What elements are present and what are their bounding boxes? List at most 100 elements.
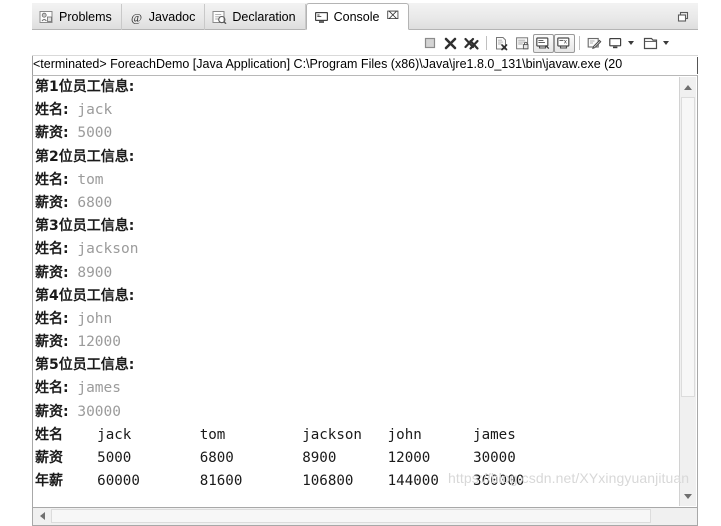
employee-header-label: 第1位员工信息: bbox=[35, 79, 135, 95]
vertical-scrollbar[interactable] bbox=[679, 77, 696, 506]
show-console-when-stderr-button[interactable]: x bbox=[554, 33, 575, 53]
tab-console[interactable]: Console ⌧ bbox=[305, 3, 410, 30]
name-value: john bbox=[68, 310, 113, 327]
name-label: 姓名: bbox=[35, 171, 69, 188]
view-tab-row: Problems @ Javadoc Declaration Console ⌧ bbox=[32, 3, 698, 31]
toolbar-separator bbox=[579, 36, 580, 50]
employee-header-label: 第2位员工信息: bbox=[35, 148, 135, 165]
salary-value: 6800 bbox=[68, 194, 113, 211]
summary-cell-gap bbox=[63, 473, 97, 489]
toolbar-separator bbox=[486, 36, 487, 50]
summary-row-label: 年薪 bbox=[35, 473, 63, 490]
summary-cell: 60000 bbox=[97, 473, 140, 490]
tab-label: Javadoc bbox=[148, 10, 196, 24]
employee-salary-line: 薪资: 30000 bbox=[35, 401, 675, 424]
display-console-icon bbox=[609, 38, 622, 49]
salary-label: 薪资: bbox=[35, 194, 69, 211]
summary-cell: jack bbox=[97, 426, 132, 443]
restore-view-icon[interactable] bbox=[676, 10, 692, 24]
chevron-down-icon[interactable] bbox=[626, 35, 635, 51]
name-value: tom bbox=[68, 171, 104, 188]
summary-cell-gap bbox=[362, 427, 388, 443]
salary-label: 薪资: bbox=[35, 334, 69, 351]
summary-cell-gap bbox=[225, 427, 302, 443]
stop-square-icon bbox=[424, 37, 435, 49]
summary-cell-gap bbox=[131, 427, 199, 443]
scroll-lock-button[interactable] bbox=[512, 34, 533, 53]
salary-value: 12000 bbox=[68, 334, 121, 351]
employee-salary-line: 薪资: 6800 bbox=[35, 192, 675, 215]
summary-cell: james bbox=[473, 426, 516, 443]
vertical-scroll-thumb[interactable] bbox=[681, 97, 695, 397]
employee-header-line: 第4位员工信息: bbox=[35, 285, 675, 308]
summary-cell-gap bbox=[439, 473, 473, 489]
summary-cell: 5000 bbox=[97, 450, 132, 466]
summary-cell: 144000 bbox=[387, 473, 439, 490]
employee-name-line: 姓名: jack bbox=[35, 99, 675, 122]
name-value: jackson bbox=[68, 241, 139, 258]
console-toolbar: x bbox=[32, 31, 698, 55]
summary-table-row: 姓名 jack tom jackson john james bbox=[35, 424, 675, 447]
employee-name-line: 姓名: jackson bbox=[35, 238, 675, 261]
summary-row-label: 姓名 bbox=[35, 426, 63, 443]
eclipse-console-view: Problems @ Javadoc Declaration Console ⌧… bbox=[0, 0, 721, 526]
employee-header-label: 第5位员工信息: bbox=[35, 357, 135, 374]
console-output-area[interactable]: 第1位员工信息: 姓名: jack 薪资: 5000 第2位员工信息: 姓名: tom 薪… bbox=[32, 75, 698, 508]
horizontal-scroll-thumb[interactable] bbox=[51, 509, 651, 523]
open-console-button[interactable] bbox=[640, 34, 661, 53]
problems-icon bbox=[39, 10, 54, 24]
summary-cell-gap bbox=[422, 427, 473, 443]
tab-label: Declaration bbox=[232, 10, 296, 24]
summary-cell-gap bbox=[336, 450, 387, 466]
open-console-icon bbox=[643, 37, 658, 50]
scroll-up-arrow-icon[interactable] bbox=[680, 79, 696, 95]
scroll-left-arrow-icon[interactable] bbox=[34, 508, 50, 524]
horizontal-scrollbar[interactable] bbox=[32, 508, 698, 526]
display-selected-console-button[interactable] bbox=[605, 34, 626, 53]
employee-header-label: 第4位员工信息: bbox=[35, 287, 135, 304]
name-label: 姓名: bbox=[35, 310, 69, 327]
remove-x-icon bbox=[444, 37, 457, 49]
name-value: james bbox=[68, 380, 121, 397]
employee-header-label: 第3位员工信息: bbox=[35, 218, 135, 235]
summary-table-row: 年薪 60000 81600 106800 144000 360000 bbox=[35, 470, 675, 493]
close-icon[interactable]: ⌧ bbox=[386, 11, 399, 22]
employee-header-line: 第3位员工信息: bbox=[35, 215, 675, 238]
process-description-line: <terminated> ForeachDemo [Java Applicati… bbox=[32, 55, 698, 75]
employee-header-line: 第1位员工信息: bbox=[35, 76, 675, 99]
summary-cell-gap bbox=[430, 450, 473, 466]
salary-value: 5000 bbox=[68, 125, 113, 142]
tab-declaration[interactable]: Declaration bbox=[205, 4, 306, 30]
scroll-down-arrow-icon[interactable] bbox=[680, 488, 696, 504]
employee-name-line: 姓名: james bbox=[35, 377, 675, 400]
summary-cell-gap bbox=[140, 473, 200, 489]
summary-cell: 360000 bbox=[473, 473, 525, 490]
stderr-console-icon: x bbox=[557, 37, 570, 49]
summary-cell: 6800 bbox=[199, 450, 234, 466]
salary-value: 8900 bbox=[68, 264, 113, 281]
tab-list: Problems @ Javadoc Declaration Console ⌧ bbox=[32, 3, 410, 30]
stdout-console-icon bbox=[536, 37, 550, 50]
name-label: 姓名: bbox=[35, 380, 69, 397]
employee-salary-line: 薪资: 8900 bbox=[35, 262, 675, 285]
remove-all-terminated-button[interactable] bbox=[461, 34, 482, 53]
salary-label: 薪资: bbox=[35, 125, 69, 142]
name-label: 姓名: bbox=[35, 102, 69, 119]
show-console-when-stdout-button[interactable] bbox=[533, 33, 554, 53]
name-label: 姓名: bbox=[35, 241, 69, 258]
clear-console-icon bbox=[496, 36, 508, 50]
tab-problems[interactable]: Problems bbox=[32, 4, 122, 30]
pin-console-icon bbox=[587, 37, 602, 50]
pin-console-button[interactable] bbox=[584, 34, 605, 53]
clear-console-button[interactable] bbox=[491, 34, 512, 53]
terminate-button[interactable] bbox=[419, 34, 440, 53]
chevron-down-icon[interactable] bbox=[661, 35, 670, 51]
remove-launch-button[interactable] bbox=[440, 34, 461, 53]
summary-cell-gap bbox=[63, 427, 97, 443]
summary-table-row: 薪资 5000 6800 8900 12000 30000 bbox=[35, 447, 675, 470]
summary-cell: 106800 bbox=[302, 473, 354, 490]
summary-cell-gap bbox=[234, 450, 302, 466]
declaration-icon bbox=[212, 10, 227, 25]
summary-cell-gap bbox=[242, 473, 302, 489]
tab-javadoc[interactable]: @ Javadoc bbox=[122, 4, 206, 30]
